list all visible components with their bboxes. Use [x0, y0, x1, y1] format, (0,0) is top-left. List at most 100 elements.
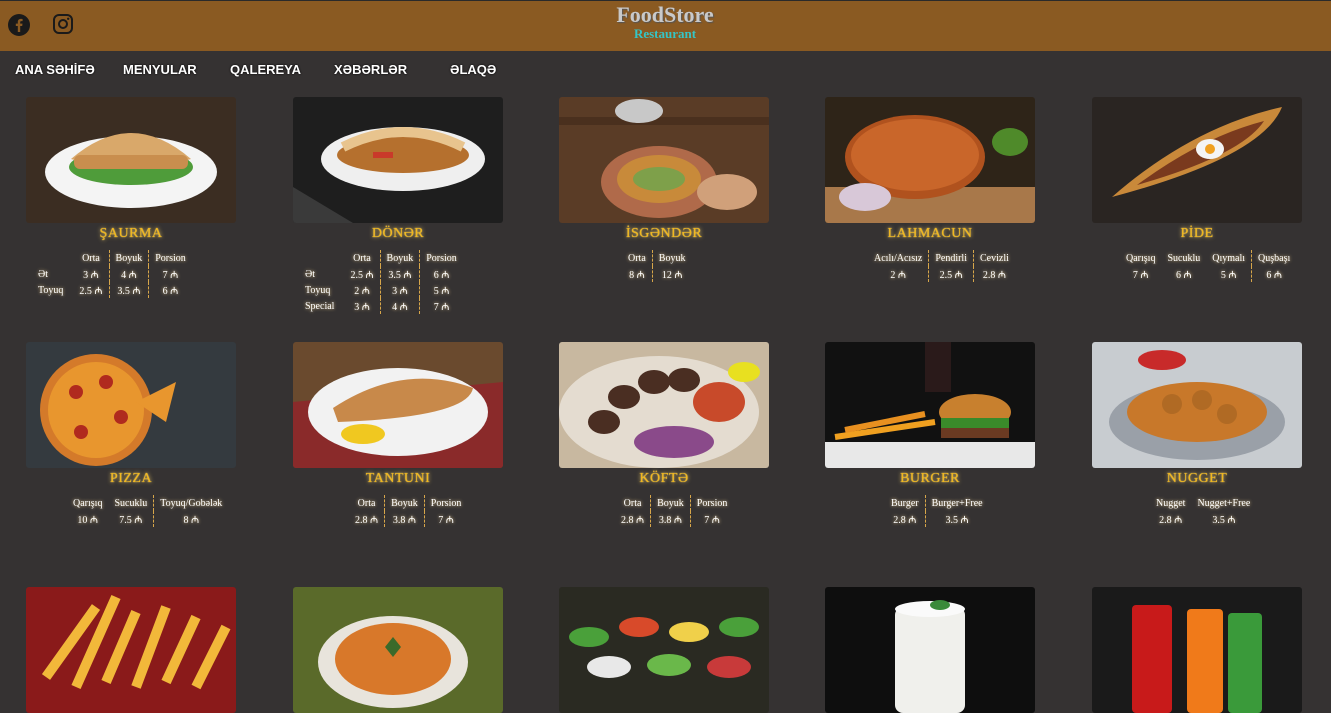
col-header: Nugget: [1156, 497, 1186, 509]
col-header: Pendirli: [928, 250, 974, 266]
price: 12 ₼: [651, 266, 692, 282]
kofte-photo[interactable]: [559, 342, 769, 468]
price: 2.5 ₼: [350, 270, 374, 281]
row-label: Ət: [38, 268, 48, 280]
shaurma-photo[interactable]: [26, 97, 236, 223]
soda-cans-photo[interactable]: [1092, 587, 1302, 713]
card-title: DÖNƏR: [371, 226, 425, 241]
salad-bar-photo[interactable]: [559, 587, 769, 713]
price-table-tantuni: Orta Boyuk Porsion 2.8 ₼ 3.8 ₼ 7 ₼: [349, 495, 468, 527]
brand-logo[interactable]: FoodStore Restaurant: [560, 3, 770, 41]
col-header: Quşbaşı: [1251, 250, 1297, 266]
brand-subtitle: Restaurant: [633, 26, 697, 41]
menu-card-pizza: PIZZA: [26, 342, 236, 487]
facebook-icon[interactable]: [7, 13, 31, 37]
col-header: Boyuk: [384, 495, 425, 511]
menu-card-pide: PİDE: [1092, 97, 1302, 242]
soup-photo[interactable]: [293, 587, 503, 713]
row-label: Special: [305, 300, 335, 312]
price-table-pizza: Qarışıq Sucuklu Toyuq/Gobələk 10 ₼ 7.5 ₼…: [67, 495, 229, 527]
nugget-photo[interactable]: [1092, 342, 1302, 468]
price: 3.5 ₼: [379, 266, 420, 282]
card-title: PIZZA: [109, 471, 153, 486]
price: 8 ₼: [629, 270, 645, 281]
menu-card-iskender: İSGƏNDƏR: [559, 97, 769, 242]
col-header: Sucuklu: [1167, 252, 1201, 264]
menu-card-doner: DÖNƏR: [293, 97, 503, 242]
menu-card-salad: [559, 587, 769, 713]
col-header: Toyuq/Gobələk: [153, 495, 229, 511]
price: 2.5 ₼: [928, 266, 974, 282]
price: 4 ₼: [379, 298, 420, 314]
nav-contact[interactable]: ƏLAQƏ: [450, 62, 496, 77]
col-header: Boyuk: [651, 250, 692, 266]
ayran-photo[interactable]: [825, 587, 1035, 713]
col-header: Sucuklu: [114, 497, 148, 509]
iskender-photo[interactable]: [559, 97, 769, 223]
price: 3.5 ₼: [108, 282, 149, 298]
menu-card-drinks: [1092, 587, 1302, 713]
price: 3 ₼: [354, 302, 370, 313]
row-label: Toyuq: [38, 284, 64, 296]
card-title: TANTUNI: [365, 471, 431, 486]
menu-card-tantuni: TANTUNI: [293, 342, 503, 487]
price: 5 ₼: [1220, 270, 1237, 281]
brand-name: FoodStore: [616, 2, 714, 27]
col-header: Qarışıq: [73, 497, 103, 509]
price: 5 ₼: [419, 282, 463, 298]
price-table-doner: Orta Boyuk Porsion Ət 2.5 ₼ 3.5 ₼ 6 ₼ To…: [299, 250, 463, 314]
nav-menus[interactable]: MENYULAR: [123, 62, 197, 77]
price: 8 ₼: [153, 511, 229, 527]
fries-photo[interactable]: [26, 587, 236, 713]
col-header: Nugget+Free: [1197, 497, 1251, 509]
col-header: Boyuk: [650, 495, 691, 511]
site-header: FoodStore Restaurant: [0, 0, 1331, 51]
price: 3.8 ₼: [384, 511, 425, 527]
menu-card-kofte: KÖFTƏ: [559, 342, 769, 487]
nav-gallery[interactable]: QALEREYA: [230, 62, 301, 77]
card-title: KÖFTƏ: [639, 471, 689, 486]
row-label: Ət: [305, 268, 315, 280]
row-label: Toyuq: [305, 284, 331, 296]
burger-photo[interactable]: [825, 342, 1035, 468]
menu-card-fries: [26, 587, 236, 713]
price: 4 ₼: [108, 266, 149, 282]
card-title: ŞAURMA: [99, 226, 163, 241]
col-header: Burger: [891, 497, 919, 509]
pizza-photo[interactable]: [26, 342, 236, 468]
menu-card-soup: [293, 587, 503, 713]
col-header: Acılı/Acısız: [874, 252, 923, 264]
menu-card-lahmacun: LAHMACUN: [825, 97, 1035, 242]
price: 2.8 ₼: [1159, 515, 1183, 526]
price: 2.8 ₼: [972, 266, 1015, 282]
price: 7 ₼: [689, 511, 734, 527]
col-header: Orta: [82, 252, 100, 264]
nav-home[interactable]: ANA SƏHİFƏ: [15, 62, 95, 77]
price: 2 ₼: [890, 270, 906, 281]
price: 6 ₼: [148, 282, 192, 298]
col-header: Orta: [357, 497, 376, 509]
price: 6 ₼: [419, 266, 463, 282]
price-table-burger: Burger Burger+Free 2.8 ₼ 3.5 ₼: [885, 495, 989, 527]
price-table-kofte: Orta Boyuk Porsion 2.8 ₼ 3.8 ₼ 7 ₼: [615, 495, 734, 527]
price: 3.8 ₼: [650, 511, 691, 527]
price: 7.5 ₼: [119, 515, 143, 526]
lahmacun-photo[interactable]: [825, 97, 1035, 223]
tantuni-photo[interactable]: [293, 342, 503, 468]
price: 6 ₼: [1176, 270, 1192, 281]
price-table-shaurma: Orta Boyuk Porsion Ət 3 ₼ 4 ₼ 7 ₼ Toyuq …: [32, 250, 192, 298]
price: 3 ₼: [83, 270, 99, 281]
price: 7 ₼: [148, 266, 192, 282]
instagram-icon[interactable]: [52, 13, 74, 35]
col-header: Porsion: [148, 250, 192, 266]
card-title: NUGGET: [1166, 471, 1228, 486]
menu-card-shaurma: ŞAURMA: [26, 97, 236, 242]
nav-news[interactable]: XƏBƏRLƏR: [334, 62, 407, 77]
price: 7 ₼: [423, 511, 468, 527]
price: 3.5 ₼: [924, 511, 989, 527]
card-title: PİDE: [1180, 226, 1214, 241]
pide-photo[interactable]: [1092, 97, 1302, 223]
price-table-iskender: Orta Boyuk 8 ₼ 12 ₼: [622, 250, 692, 282]
price: 2.5 ₼: [79, 286, 103, 297]
doner-photo[interactable]: [293, 97, 503, 223]
